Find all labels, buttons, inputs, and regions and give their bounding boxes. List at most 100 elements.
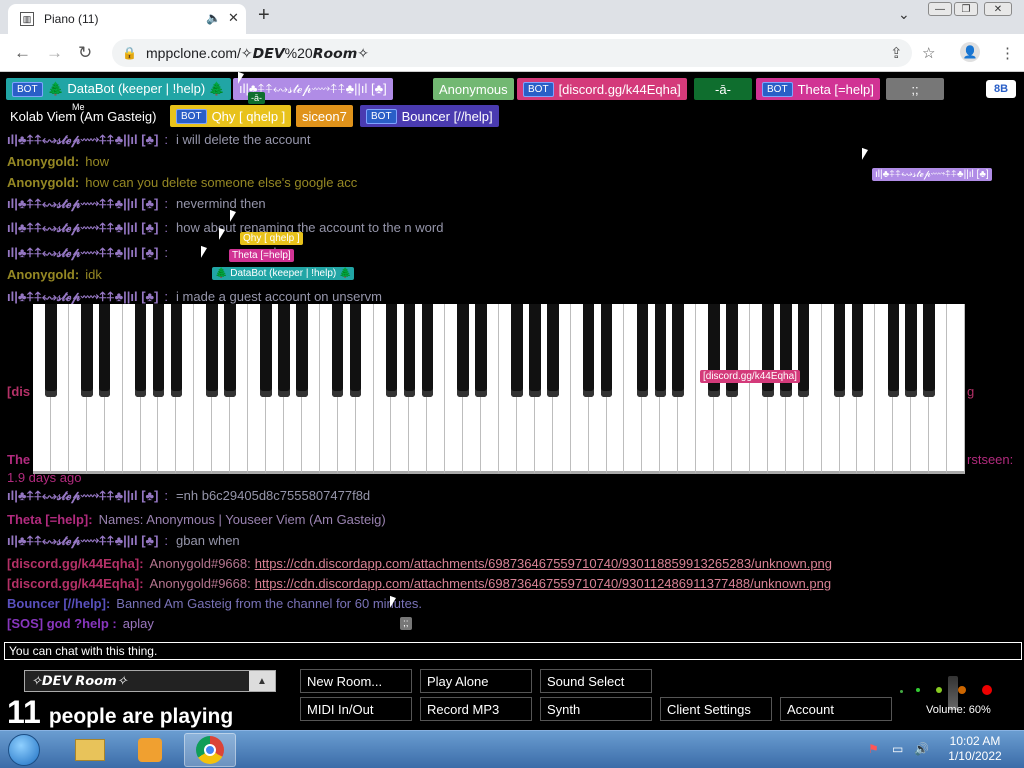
client-settings-button[interactable]: Client Settings xyxy=(660,697,772,721)
piano-black-key[interactable] xyxy=(385,304,398,397)
cursor-label-semicolons: ;; xyxy=(400,617,412,630)
piano-black-key[interactable] xyxy=(762,304,774,397)
chevron-down-icon[interactable]: ⌄ xyxy=(898,6,910,23)
cursor-label-databot: 🌲 DataBot (keeper | !help) 🌲 xyxy=(212,267,355,280)
piano-white-key[interactable] xyxy=(947,304,965,474)
piano-keyboard[interactable] xyxy=(33,304,965,474)
piano-black-key[interactable] xyxy=(98,304,111,397)
attachment-link[interactable]: https://cdn.discordapp.com/attachments/6… xyxy=(255,556,832,571)
user-chip-databot[interactable]: BOT 🌲 DataBot (keeper | !help) 🌲 xyxy=(6,78,231,100)
chrome-icon[interactable] xyxy=(184,733,236,767)
user-chip-a[interactable]: -ā- xyxy=(694,78,752,100)
forward-icon[interactable]: → xyxy=(46,43,63,63)
piano-black-key[interactable] xyxy=(457,304,469,397)
piano-black-key[interactable] xyxy=(887,304,900,397)
piano-black-key[interactable] xyxy=(81,304,93,397)
file-explorer-icon[interactable] xyxy=(64,733,116,767)
piano-black-key[interactable] xyxy=(152,304,165,397)
volume-led xyxy=(982,685,992,695)
battery-icon[interactable]: ▭ xyxy=(892,742,903,756)
piano-black-key[interactable] xyxy=(349,304,362,397)
lock-icon[interactable]: 🔒 xyxy=(122,46,137,60)
piano-black-key[interactable] xyxy=(45,304,57,397)
share-icon[interactable]: ⇪ xyxy=(890,44,903,62)
midi-button[interactable]: MIDI In/Out xyxy=(300,697,412,721)
piano-black-key[interactable] xyxy=(654,304,667,397)
media-player-icon[interactable] xyxy=(124,733,176,767)
record-mp3-button[interactable]: Record MP3 xyxy=(420,697,532,721)
volume-tray-icon[interactable]: 🔊 xyxy=(914,742,929,756)
piano-black-key[interactable] xyxy=(851,304,864,397)
chat-message: ıl|♣⍏⍏↭𝓈𝓉ℯ𝓅⟿⍏⍏♣||ıl [♣]: gban when xyxy=(7,533,240,548)
piano-black-key[interactable] xyxy=(797,304,810,397)
chat-message: Theta [=help]: Names: Anonymous | Youseer… xyxy=(7,512,386,527)
piano-black-key[interactable] xyxy=(923,304,935,397)
piano-black-key[interactable] xyxy=(296,304,308,397)
cursor-label-qhy: Qhy [ qhelp ] xyxy=(240,232,303,245)
kebab-menu-icon[interactable]: ⋮ xyxy=(1000,44,1015,62)
synth-button[interactable]: Synth xyxy=(540,697,652,721)
chevron-up-icon[interactable]: ▲ xyxy=(249,671,275,691)
star-icon[interactable]: ☆ xyxy=(922,44,935,62)
profile-icon[interactable]: 👤 xyxy=(960,42,980,62)
windows-start-icon[interactable] xyxy=(8,734,40,766)
user-chip-discord[interactable]: BOT [discord.gg/k44Eqha] xyxy=(517,78,687,100)
piano-black-key[interactable] xyxy=(421,304,434,397)
cursor-label-step: ıl|♣⍏⍏↭𝓈𝓉ℯ𝓅⟿⍏⍏♣||ıl [♣] xyxy=(872,168,992,181)
volume-slider[interactable]: Volume: 60% xyxy=(900,676,1010,724)
piano-black-key[interactable] xyxy=(511,304,523,397)
close-tab-icon[interactable]: ✕ xyxy=(228,10,239,26)
piano-black-key[interactable] xyxy=(582,304,595,397)
user-chip-semicolons[interactable]: ;; xyxy=(886,78,944,100)
chat-message: ıl|♣⍏⍏↭𝓈𝓉ℯ𝓅⟿⍏⍏♣||ıl [♣]: i will delete th… xyxy=(7,132,311,147)
user-chip-qhy[interactable]: BOT Qhy [ qhelp ] xyxy=(170,105,292,127)
piano-black-key[interactable] xyxy=(170,304,183,397)
minimize-icon[interactable]: — xyxy=(928,2,952,16)
network-warning-icon[interactable]: ⚑ xyxy=(868,742,879,756)
piano-black-key[interactable] xyxy=(529,304,541,397)
piano-black-key[interactable] xyxy=(600,304,613,397)
player-count-number: 11 xyxy=(7,694,41,730)
chat-message: Anonygold: idk xyxy=(7,267,102,282)
piano-black-key[interactable] xyxy=(134,304,147,397)
user-chip-bouncer[interactable]: BOT Bouncer [//help] xyxy=(360,105,499,127)
piano-black-key[interactable] xyxy=(260,304,272,397)
piano-black-key[interactable] xyxy=(905,304,917,397)
browser-tab[interactable]: ▥ Piano (11) 🔈 ✕ xyxy=(8,4,246,34)
room-select[interactable]: ✧𝘿𝙀𝙑 𝙍𝙤𝙤𝙢✧ ▲ xyxy=(24,670,276,692)
attachment-link[interactable]: https://cdn.discordapp.com/attachments/6… xyxy=(255,576,831,591)
piano-black-key[interactable] xyxy=(403,304,416,397)
close-window-icon[interactable]: ✕ xyxy=(984,2,1012,16)
piano-black-key[interactable] xyxy=(278,304,290,397)
system-clock[interactable]: 10:02 AM 1/10/2022 xyxy=(938,734,1012,764)
piano-black-key[interactable] xyxy=(475,304,487,397)
play-alone-button[interactable]: Play Alone xyxy=(420,669,532,693)
piano-black-key[interactable] xyxy=(726,304,738,397)
piano-black-key[interactable] xyxy=(672,304,684,397)
url-text: mppclone.com/✧𝘿𝙀𝙑%20𝙍𝙤𝙤𝙢✧ xyxy=(146,44,370,61)
player-count-label: people are playing xyxy=(48,705,234,728)
piano-black-key[interactable] xyxy=(780,304,792,397)
speaker-icon[interactable]: 🔈 xyxy=(206,11,221,25)
back-icon[interactable]: ← xyxy=(14,43,31,63)
piano-black-key[interactable] xyxy=(636,304,649,397)
new-tab-icon[interactable]: + xyxy=(258,4,270,27)
piano-black-key[interactable] xyxy=(833,304,846,397)
piano-black-key[interactable] xyxy=(708,304,720,397)
piano-black-key[interactable] xyxy=(331,304,344,397)
chat-message: ıl|♣⍏⍏↭𝓈𝓉ℯ𝓅⟿⍏⍏♣||ıl [♣]: nevermind then xyxy=(7,196,266,211)
user-chip-theta[interactable]: BOT Theta [=help] xyxy=(756,78,880,100)
piano-black-key[interactable] xyxy=(224,304,236,397)
new-room-button[interactable]: New Room... xyxy=(300,669,412,693)
user-chip-8b[interactable]: 8B xyxy=(986,80,1016,98)
piano-black-key[interactable] xyxy=(206,304,218,397)
sound-select-button[interactable]: Sound Select xyxy=(540,669,652,693)
chat-input[interactable]: You can chat with this thing. xyxy=(4,642,1022,660)
url-bar[interactable]: 🔒 mppclone.com/✧𝘿𝙀𝙑%20𝙍𝙤𝙤𝙢✧ xyxy=(112,39,912,67)
user-chip-anonymous[interactable]: Anonymous xyxy=(433,78,514,100)
user-chip-siceon[interactable]: siceon7 xyxy=(296,105,353,127)
reload-icon[interactable]: ↻ xyxy=(78,43,92,63)
restore-icon[interactable]: ❐ xyxy=(954,2,978,16)
account-button[interactable]: Account xyxy=(780,697,892,721)
piano-black-key[interactable] xyxy=(547,304,559,397)
